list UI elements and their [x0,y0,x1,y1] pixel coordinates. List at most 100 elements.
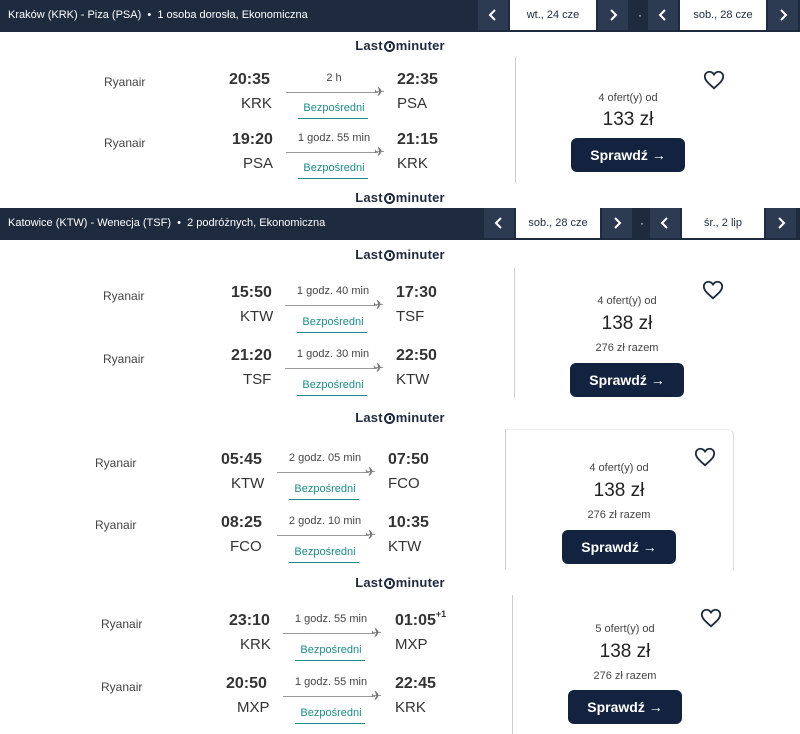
departure-time: 20:35 [229,71,270,88]
date-out-next-button[interactable] [598,0,628,30]
price: 138 zł [601,313,653,334]
heart-icon[interactable] [694,446,716,468]
check-offer-button[interactable]: Sprawdź → [570,363,684,397]
clock-icon [383,41,395,52]
provider-logo: Last minuter [355,575,445,590]
flight-duration: 2 godz. 10 min [288,515,362,527]
card-divider [505,429,506,569]
total-price: 276 zł razem [587,509,651,521]
departure-time: 21:20 [231,347,272,364]
chevron-left-icon [660,217,668,229]
departure-code: FCO [230,538,262,555]
date-back-prev-button[interactable] [650,208,680,238]
card-divider [515,57,516,183]
flight-line [286,152,378,153]
arrival-time: 22:50 [396,347,437,364]
stops-label: Bezpośredni [303,162,365,174]
stops-underline [289,562,359,563]
stops-label: Bezpośredni [294,483,356,495]
stops-underline [298,118,368,119]
plane-icon: ✈ [373,360,384,375]
stops-underline [297,395,367,396]
date-back-field[interactable]: śr., 2 lip [682,208,764,238]
provider-logo: Last minuter [355,247,445,262]
flight-duration: 1 godz. 55 min [297,132,371,144]
clock-icon [383,250,395,261]
plane-icon: ✈ [374,144,385,159]
check-offer-button[interactable]: Sprawdź → [568,690,682,724]
arrival-time: 17:30 [396,284,437,301]
stops-underline [295,660,365,661]
check-offer-button[interactable]: Sprawdź → [571,138,685,172]
date-out-prev-button[interactable] [484,208,514,238]
departure-code: KRK [241,95,272,112]
date-out-next-button[interactable] [602,208,632,238]
chevron-right-icon [778,217,786,229]
offers-count: 5 ofert(y) od [595,623,655,635]
stops-label: Bezpośredni [300,707,362,719]
card-divider [512,595,513,734]
search-summary: Katowice (KTW) - Wenecja (TSF) • 2 podró… [8,217,326,229]
airline-name: Ryanair [103,352,145,366]
airline-name: Ryanair [95,518,137,532]
arrival-code: KRK [397,155,428,172]
arrival-time: 10:35 [388,514,429,531]
chevron-right-icon [614,217,622,229]
flight-duration: 1 godz. 55 min [294,676,368,688]
departure-time: 08:25 [221,514,262,531]
plane-icon: ✈ [371,688,382,703]
date-out-field[interactable]: wt., 24 cze [510,0,596,30]
departure-code: TSF [243,371,272,388]
stops-underline [289,499,359,500]
departure-time: 19:20 [232,131,273,148]
flight-duration: 1 godz. 30 min [296,348,370,360]
date-back-prev-button[interactable] [648,0,678,30]
provider-logo: Last minuter [355,410,445,425]
departure-code: KTW [240,308,274,325]
provider-logo: Last minuter [355,38,445,53]
departure-time: 05:45 [221,451,262,468]
departure-code: PSA [243,155,274,172]
heart-icon[interactable] [703,69,725,91]
clock-icon [383,578,395,589]
arrival-time: 07:50 [388,451,429,468]
date-back-next-button[interactable] [768,0,798,30]
offers-count: 4 ofert(y) od [589,462,649,474]
check-offer-button[interactable]: Sprawdź → [562,530,676,564]
flight-duration: 1 godz. 55 min [294,613,368,625]
heart-icon[interactable] [700,607,722,629]
stops-label: Bezpośredni [302,316,364,328]
flight-duration: 1 godz. 40 min [296,285,370,297]
arrival-time: 22:45 [395,675,436,692]
price: 133 zł [602,109,654,130]
flight-line [286,92,378,93]
flight-duration: 2 h [326,72,342,84]
next-day-marker: +1 [435,609,447,619]
total-price: 276 zł razem [595,342,659,354]
stops-underline [295,723,365,724]
departure-time: 15:50 [231,284,272,301]
arrival-code: KRK [395,699,426,716]
plane-icon: ✈ [365,527,376,542]
arrival-code: PSA [397,95,428,112]
heart-icon[interactable] [702,279,724,301]
date-out-prev-button[interactable] [478,0,508,30]
arrival-code: KTW [388,538,422,555]
departure-code: KRK [240,636,271,653]
arrival-time: 21:15 [397,131,438,148]
date-back-field[interactable]: sob., 28 cze [680,0,766,30]
chevron-left-icon [494,217,502,229]
provider-logo: Last minuter [355,190,445,205]
date-out-field[interactable]: sob., 28 cze [516,208,600,238]
flight-duration: 2 godz. 05 min [288,452,362,464]
stops-label: Bezpośredni [300,644,362,656]
offers-count: 4 ofert(y) od [597,295,657,307]
flight-line [285,305,377,306]
chevron-left-icon [488,9,496,21]
airline-name: Ryanair [104,75,146,89]
search-summary: Kraków (KRK) - Piza (PSA) • 1 osoba doro… [8,9,308,21]
flight-line [277,535,369,536]
stops-underline [297,332,367,333]
date-back-next-button[interactable] [766,208,796,238]
airline-name: Ryanair [101,617,143,631]
